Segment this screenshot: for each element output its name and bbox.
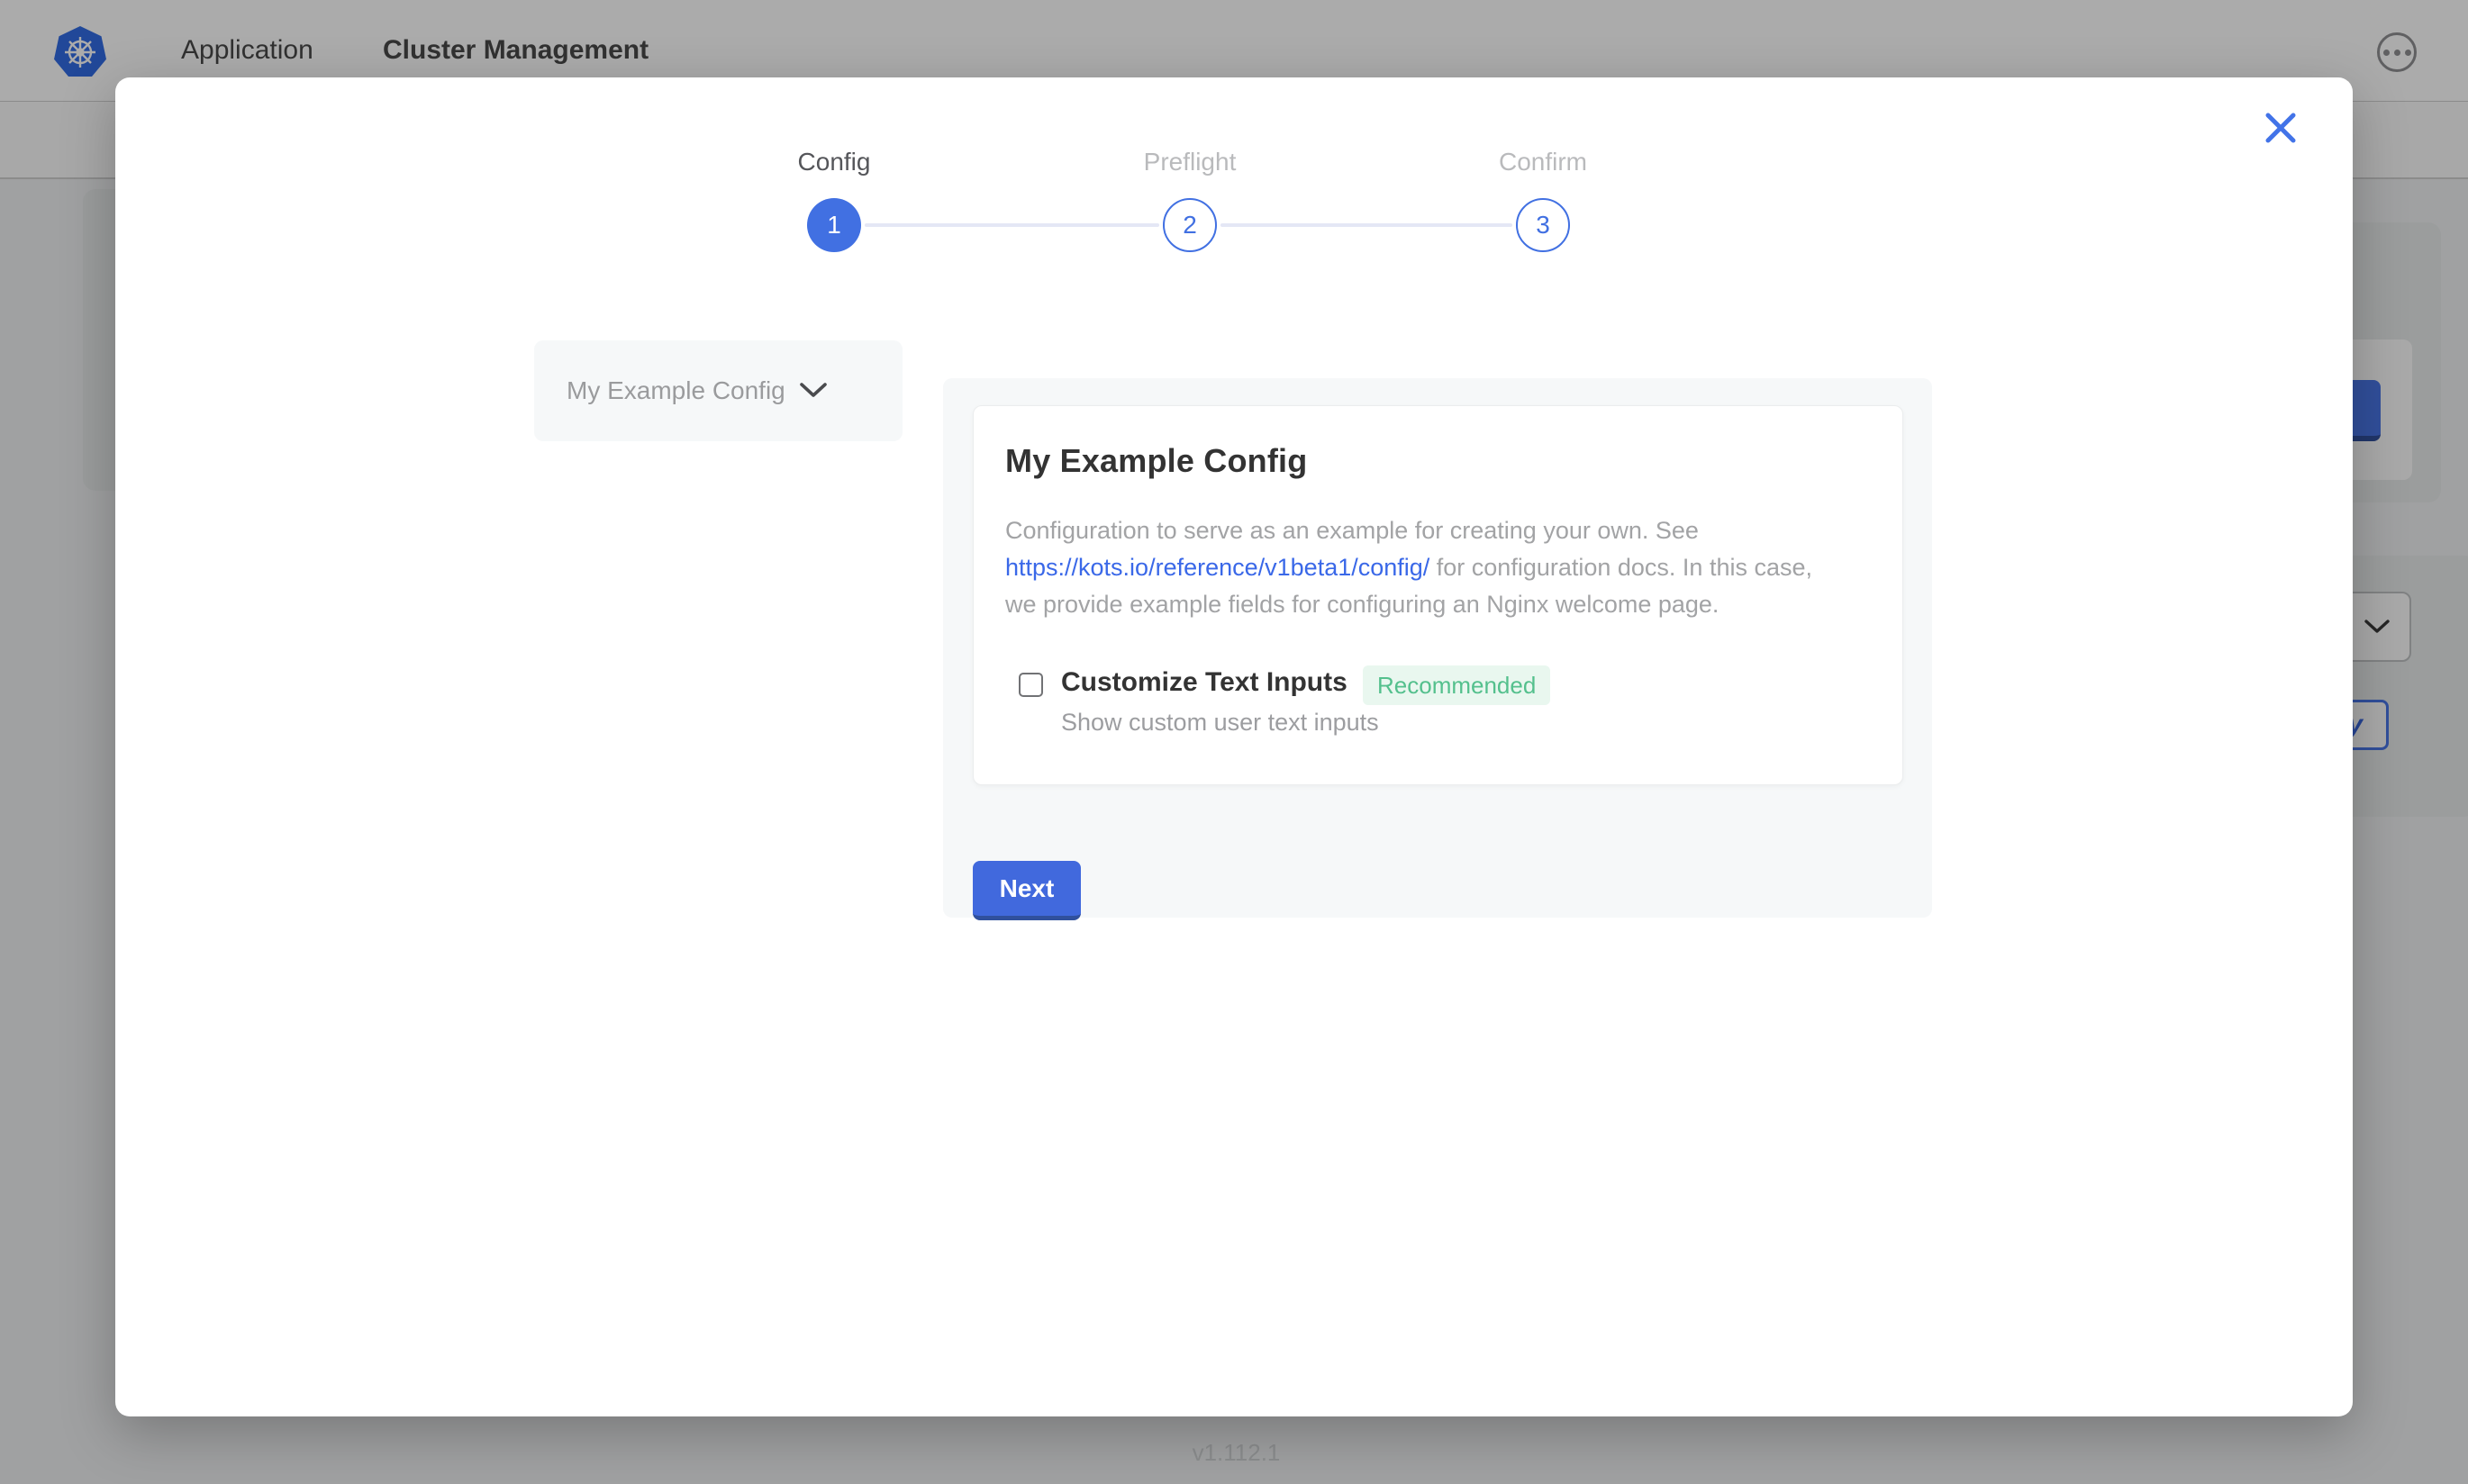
step-connector-1 <box>865 223 1159 227</box>
step-circle-3[interactable]: 3 <box>1516 198 1570 252</box>
config-group-title: My Example Config <box>1005 442 1307 480</box>
recommended-badge: Recommended <box>1363 665 1550 705</box>
chevron-down-icon <box>800 383 827 399</box>
next-button[interactable]: Next <box>973 861 1081 920</box>
step-connector-2 <box>1220 223 1512 227</box>
config-group-description: Configuration to serve as an example for… <box>1005 512 1888 623</box>
step-label-confirm: Confirm <box>1408 148 1678 176</box>
close-icon[interactable] <box>2263 110 2299 146</box>
step-label-preflight: Preflight <box>1055 148 1325 176</box>
customize-text-inputs-checkbox[interactable] <box>1019 673 1043 697</box>
step-circle-1[interactable]: 1 <box>807 198 861 252</box>
config-wizard-modal: Config Preflight Confirm 1 2 3 My Exampl… <box>115 77 2353 1416</box>
config-group-dropdown-label: My Example Config <box>567 376 785 405</box>
customize-text-inputs-help: Show custom user text inputs <box>1061 709 1379 737</box>
step-label-config: Config <box>699 148 969 176</box>
customize-text-inputs-label[interactable]: Customize Text Inputs <box>1061 667 1347 698</box>
config-group-dropdown[interactable]: My Example Config <box>534 340 903 441</box>
step-circle-2[interactable]: 2 <box>1163 198 1217 252</box>
config-group-card: My Example Config Configuration to serve… <box>973 405 1903 785</box>
config-docs-link[interactable]: https://kots.io/reference/v1beta1/config… <box>1005 554 1429 581</box>
config-panel: My Example Config Configuration to serve… <box>943 378 1932 918</box>
